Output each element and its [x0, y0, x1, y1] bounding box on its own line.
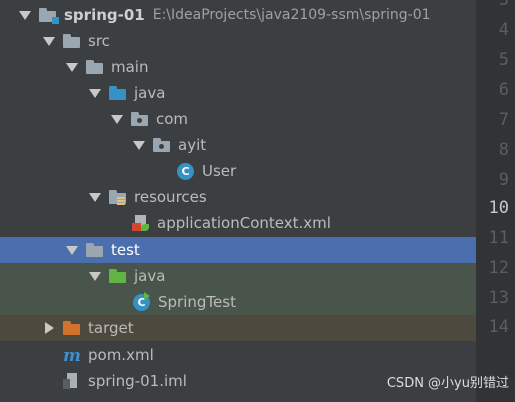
expand-arrow-icon[interactable]: [89, 270, 101, 282]
line-number: 8: [498, 140, 509, 160]
folder-icon: [63, 33, 81, 49]
expand-arrow-icon[interactable]: [133, 139, 145, 151]
node-label: com: [156, 110, 189, 128]
line-number: 4: [498, 20, 509, 40]
expand-arrow-icon[interactable]: [89, 87, 101, 99]
line-number: 13: [488, 288, 509, 308]
tree-node-spring-test[interactable]: C SpringTest: [0, 289, 476, 315]
package-icon: [153, 137, 171, 153]
class-icon: C: [177, 163, 195, 180]
node-label: resources: [134, 188, 207, 206]
node-label: main: [111, 58, 149, 76]
expand-arrow-icon[interactable]: [66, 61, 78, 73]
project-name: spring-01: [64, 6, 145, 24]
line-number-gutter[interactable]: 3 4 5 6 7 8 9 10 11 12 13 14: [476, 0, 515, 402]
module-folder-icon: [39, 7, 59, 24]
node-label: ayit: [178, 136, 207, 154]
tree-node-user[interactable]: C User: [0, 158, 476, 184]
tree-node-ayit[interactable]: ayit: [0, 132, 476, 158]
line-number: 14: [488, 317, 509, 337]
expand-arrow-icon[interactable]: [43, 35, 55, 47]
collapse-arrow-icon[interactable]: [43, 322, 55, 334]
tree-node-pom[interactable]: m pom.xml: [0, 342, 476, 368]
tree-node-resources[interactable]: resources: [0, 184, 476, 210]
node-label: User: [202, 162, 237, 180]
line-number: 5: [498, 50, 509, 70]
line-number: 9: [498, 170, 509, 190]
line-number: 6: [498, 80, 509, 100]
expand-arrow-icon[interactable]: [66, 244, 78, 256]
current-line-number: 10: [488, 198, 509, 218]
spring-xml-icon: [132, 215, 150, 231]
tree-node-test-java[interactable]: java: [0, 263, 476, 289]
project-tree: spring-01 E:\IdeaProjects\java2109-ssm\s…: [0, 0, 476, 402]
line-number: 12: [488, 258, 509, 278]
expand-arrow-icon[interactable]: [19, 9, 31, 21]
node-label: SpringTest: [158, 293, 236, 311]
tree-node-project[interactable]: spring-01 E:\IdeaProjects\java2109-ssm\s…: [0, 2, 476, 28]
line-number: 7: [498, 110, 509, 130]
folder-icon: [86, 242, 104, 258]
line-number: 11: [488, 228, 509, 248]
project-path: E:\IdeaProjects\java2109-ssm\spring-01: [152, 7, 431, 23]
tree-node-application-context[interactable]: applicationContext.xml: [0, 210, 476, 236]
test-class-icon: C: [133, 292, 151, 311]
tree-node-com[interactable]: com: [0, 106, 476, 132]
tree-node-test[interactable]: test: [0, 237, 476, 263]
tree-node-src[interactable]: src: [0, 28, 476, 54]
tree-node-main[interactable]: main: [0, 54, 476, 80]
node-label: test: [111, 241, 140, 259]
node-label: src: [88, 32, 110, 50]
maven-icon: m: [63, 346, 81, 366]
node-label: spring-01.iml: [88, 372, 187, 390]
excluded-folder-icon: [63, 320, 81, 336]
node-label: pom.xml: [88, 346, 154, 364]
tree-node-target[interactable]: target: [0, 315, 476, 341]
resources-folder-icon: [109, 189, 127, 205]
iml-file-icon: [63, 373, 81, 389]
source-root-folder-icon: [109, 85, 127, 101]
node-label: target: [88, 319, 134, 337]
line-number: 3: [498, 0, 509, 10]
node-label: java: [134, 267, 166, 285]
tree-node-main-java[interactable]: java: [0, 80, 476, 106]
test-root-folder-icon: [109, 268, 127, 284]
node-label: applicationContext.xml: [157, 214, 331, 232]
node-label: java: [134, 84, 166, 102]
package-icon: [131, 111, 149, 127]
expand-arrow-icon[interactable]: [111, 113, 123, 125]
expand-arrow-icon[interactable]: [89, 191, 101, 203]
folder-icon: [86, 59, 104, 75]
watermark: CSDN @小yu别错过: [386, 376, 509, 391]
